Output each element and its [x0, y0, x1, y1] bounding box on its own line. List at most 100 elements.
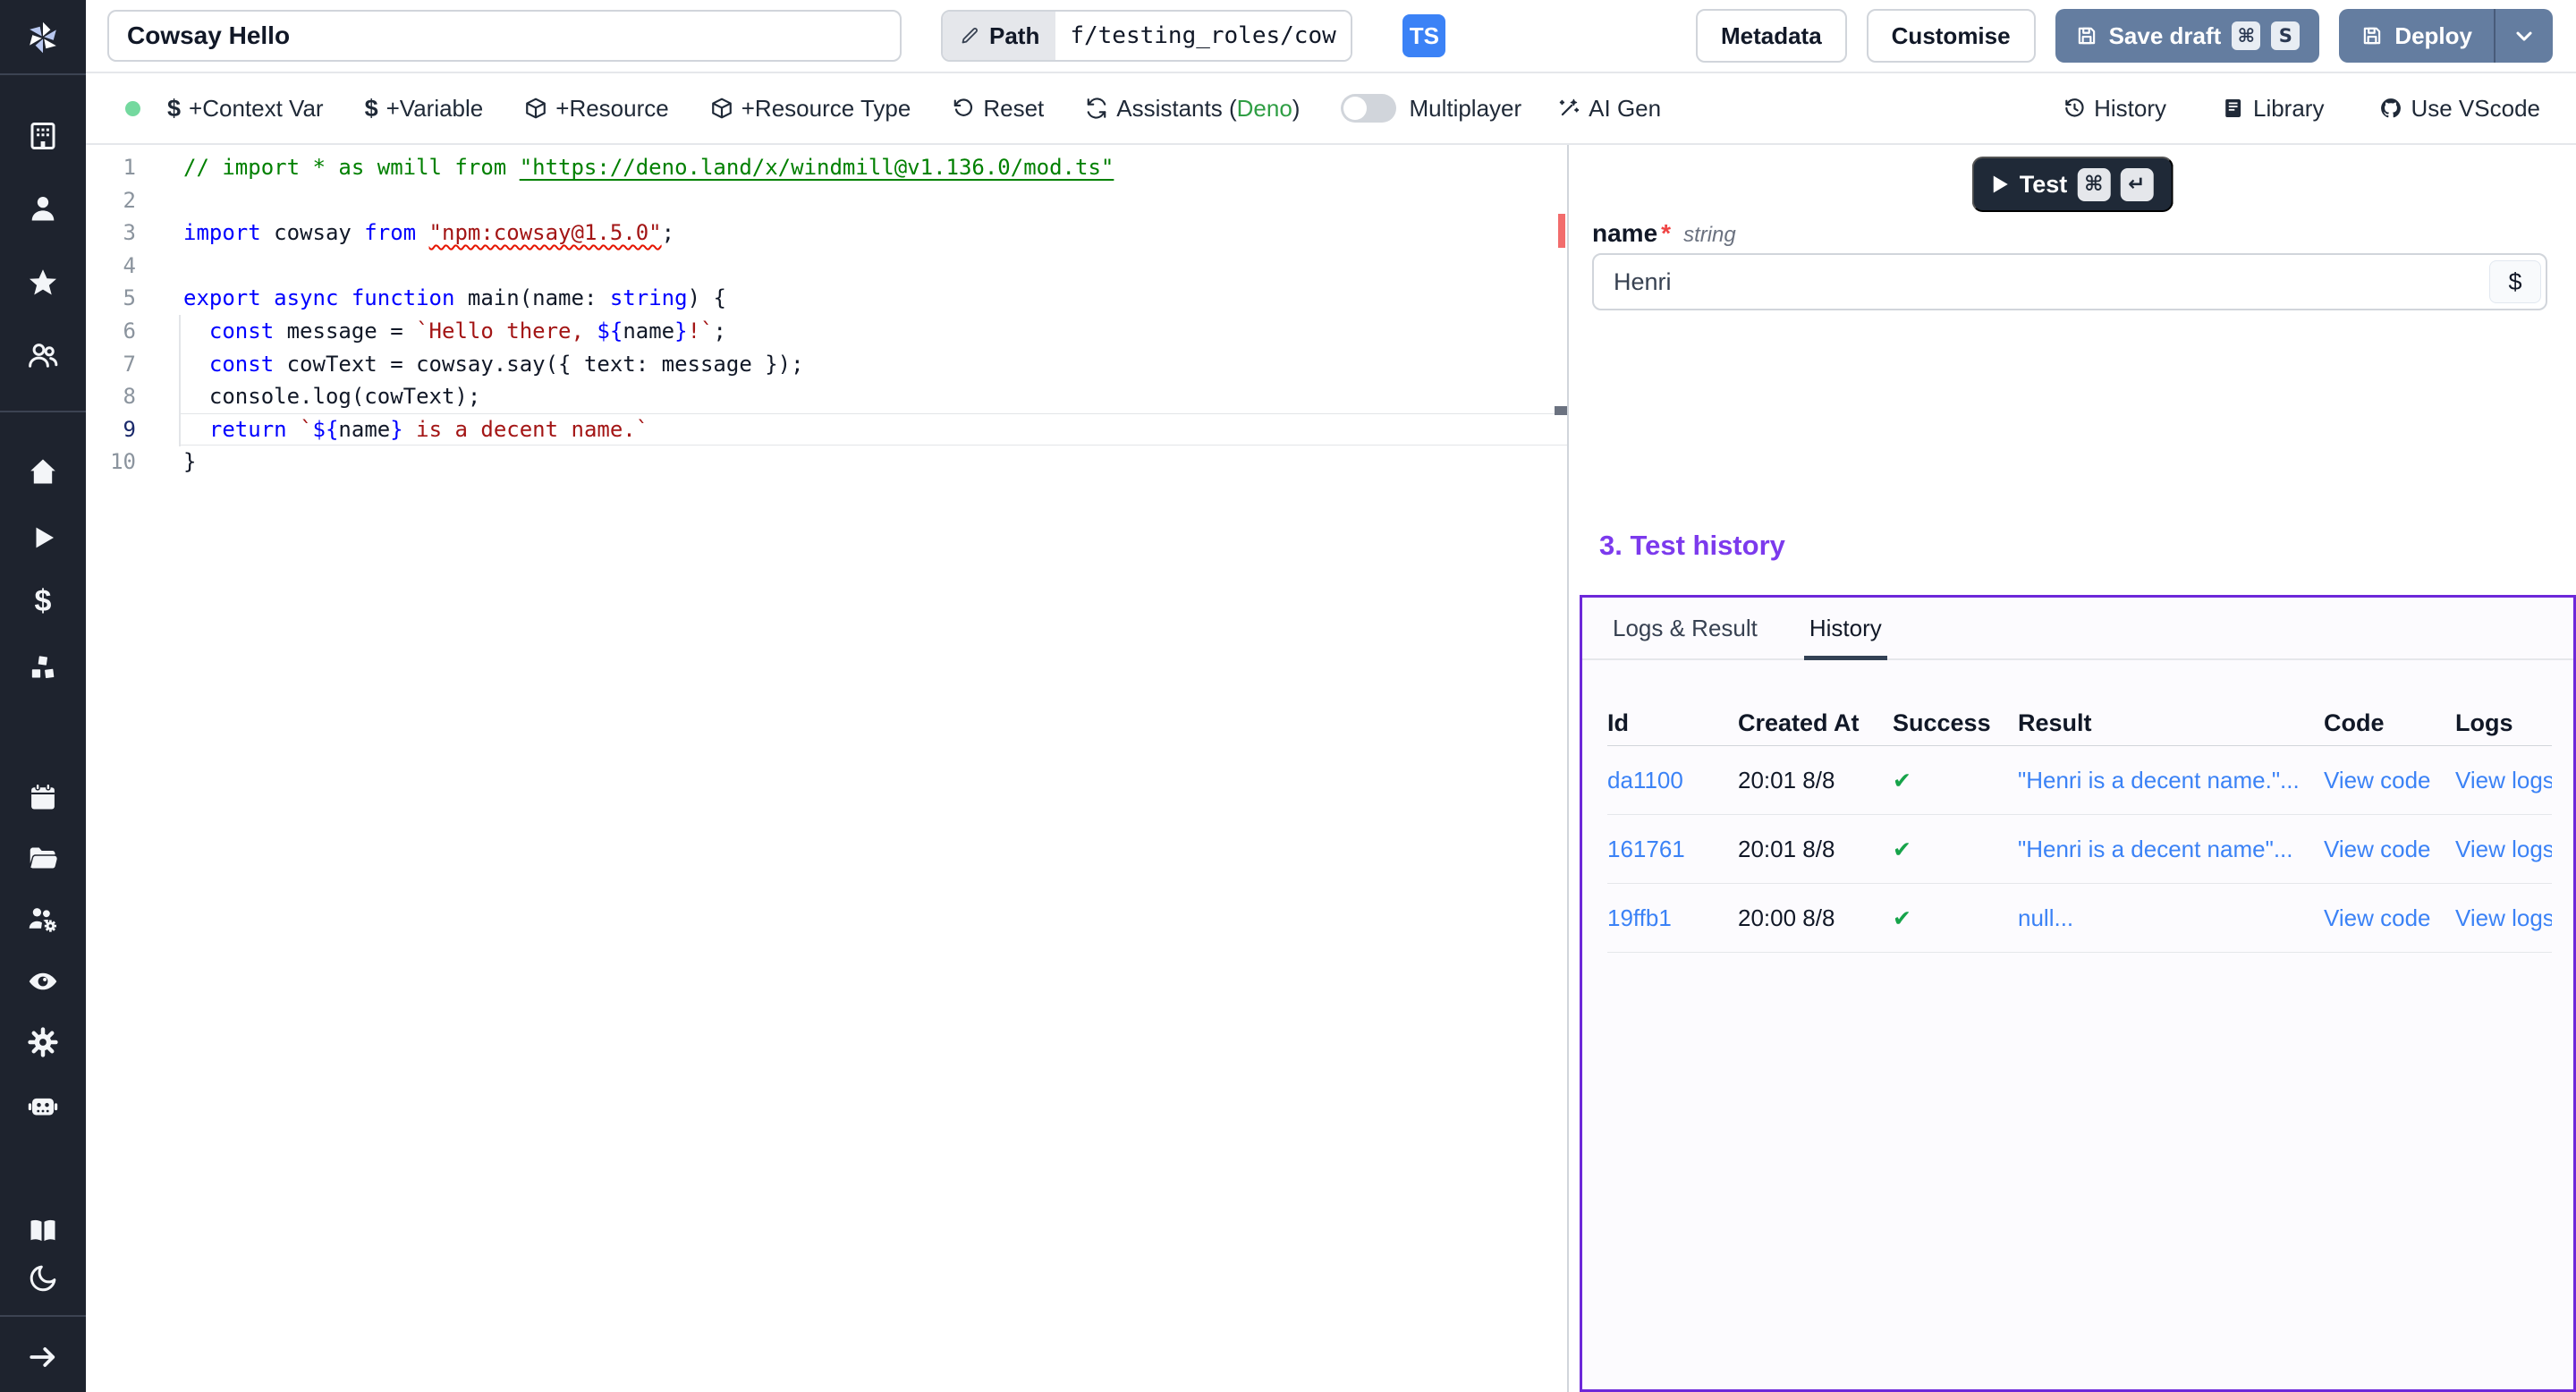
line-number: 10	[86, 446, 136, 479]
favorites-star-icon[interactable]	[27, 267, 59, 299]
deploy-button[interactable]: Deploy	[2339, 9, 2494, 63]
history-tabs: Logs & Result History	[1582, 598, 2573, 660]
code-line: 8 console.log(cowText);	[86, 380, 1567, 413]
cmd-key-badge: ⌘	[2232, 21, 2260, 50]
arg-name-input[interactable]	[1592, 253, 2547, 310]
add-resource-type-button[interactable]: +Resource Type	[710, 95, 911, 123]
insert-variable-dollar-button[interactable]: $	[2489, 260, 2541, 303]
test-button[interactable]: Test ⌘ ↵	[1972, 157, 2174, 212]
line-number: 4	[86, 250, 136, 283]
code-line: 9 return `${name} is a decent name.`	[86, 413, 1567, 446]
book-icon	[2222, 97, 2245, 120]
home-icon[interactable]	[27, 455, 59, 488]
code-line: 2	[86, 184, 1567, 217]
history-button[interactable]: History	[2063, 95, 2166, 123]
dark-mode-moon-icon[interactable]	[27, 1262, 59, 1294]
test-history-panel: Logs & Result History Id Created At Succ…	[1580, 595, 2576, 1392]
docs-book-icon[interactable]	[27, 1215, 59, 1247]
deploy-split-button: Deploy	[2339, 9, 2553, 63]
resources-cubes-icon[interactable]	[27, 651, 59, 683]
wand-icon	[1557, 97, 1580, 120]
path-chip[interactable]: Path	[943, 12, 1055, 60]
add-context-var-button[interactable]: $ +Context Var	[167, 95, 324, 123]
arg-type-label: string	[1683, 223, 1736, 248]
view-logs-link[interactable]: View logs	[2455, 767, 2552, 794]
metadata-button[interactable]: Metadata	[1696, 9, 1847, 63]
rotate-ccw-icon	[952, 97, 975, 120]
add-resource-button[interactable]: +Resource	[524, 95, 668, 123]
workers-robot-icon[interactable]	[27, 1090, 59, 1122]
windmill-logo-icon[interactable]	[23, 18, 63, 57]
save-icon	[2360, 24, 2384, 47]
variables-dollar-icon[interactable]: $	[27, 585, 59, 617]
view-logs-link[interactable]: View logs	[2455, 904, 2552, 932]
job-id-link[interactable]: 19ffb1	[1607, 904, 1738, 932]
workspace-building-icon[interactable]	[27, 120, 59, 152]
created-at: 20:01 8/8	[1738, 836, 1893, 863]
github-icon	[2379, 97, 2402, 120]
result-link[interactable]: "Henri is a decent name"...	[2018, 836, 2324, 863]
history-table: Id Created At Success Result Code Logs d…	[1607, 701, 2552, 953]
test-label: Test	[2020, 171, 2068, 199]
path-input[interactable]	[1055, 12, 1351, 60]
line-number: 3	[86, 216, 136, 250]
sidebar-divider	[0, 411, 86, 412]
save-draft-button[interactable]: Save draft ⌘ S	[2055, 9, 2320, 63]
cmd-key-badge: ⌘	[2077, 168, 2110, 201]
view-code-link[interactable]: View code	[2324, 904, 2455, 932]
folders-icon[interactable]	[27, 842, 59, 874]
result-link[interactable]: null...	[2018, 904, 2324, 932]
settings-gear-icon[interactable]	[27, 1026, 59, 1058]
customise-button[interactable]: Customise	[1867, 9, 2036, 63]
team-users-icon[interactable]	[27, 339, 59, 371]
indent-guide	[179, 315, 181, 446]
ai-gen-button[interactable]: AI Gen	[1557, 95, 1661, 123]
success-check-icon: ✔	[1893, 836, 2018, 862]
runs-play-icon[interactable]	[27, 522, 59, 554]
code-line: 1// import * as wmill from "https://deno…	[86, 151, 1567, 184]
code-line: 6 const message = `Hello there, ${name}!…	[86, 315, 1567, 348]
table-row: 16176120:01 8/8✔"Henri is a decent name"…	[1607, 815, 2552, 884]
audit-eye-icon[interactable]	[27, 965, 59, 997]
assistants-button[interactable]: Assistants (Deno)	[1085, 95, 1300, 123]
deploy-dropdown-button[interactable]	[2494, 9, 2553, 63]
dollar-icon: $	[365, 95, 378, 123]
multiplayer-toggle[interactable]	[1341, 94, 1396, 123]
reset-button[interactable]: Reset	[952, 95, 1044, 123]
view-logs-link[interactable]: View logs	[2455, 836, 2552, 863]
code-line: 5export async function main(name: string…	[86, 282, 1567, 315]
script-title-input[interactable]	[107, 10, 902, 62]
code-line: 10}	[86, 446, 1567, 479]
save-icon	[2075, 24, 2098, 47]
overview-ruler-cursor-marker	[1555, 406, 1567, 415]
package-icon	[710, 97, 733, 120]
result-link[interactable]: "Henri is a decent name."...	[2018, 767, 2324, 794]
typescript-badge: TS	[1402, 14, 1445, 57]
job-id-link[interactable]: da1100	[1607, 767, 1738, 794]
user-icon[interactable]	[27, 192, 59, 225]
job-id-link[interactable]: 161761	[1607, 836, 1738, 863]
multiplayer-label: Multiplayer	[1409, 95, 1521, 123]
view-code-link[interactable]: View code	[2324, 836, 2455, 863]
collapse-arrow-right-icon[interactable]	[27, 1341, 59, 1373]
table-header-row: Id Created At Success Result Code Logs	[1607, 701, 2552, 746]
table-row: 19ffb120:00 8/8✔null...View codeView log…	[1607, 884, 2552, 953]
groups-settings-icon[interactable]	[27, 903, 59, 935]
use-vscode-button[interactable]: Use VScode	[2379, 95, 2540, 123]
status-dot	[125, 101, 140, 116]
tab-history[interactable]: History	[1809, 598, 1882, 658]
play-icon	[1992, 174, 2010, 194]
code-editor[interactable]: 1// import * as wmill from "https://deno…	[86, 145, 1567, 1392]
view-code-link[interactable]: View code	[2324, 767, 2455, 794]
s-key-badge: S	[2271, 21, 2300, 50]
line-number: 6	[86, 315, 136, 348]
library-button[interactable]: Library	[2222, 95, 2324, 123]
code-line: 3import cowsay from "npm:cowsay@1.5.0";	[86, 216, 1567, 250]
schedules-calendar-icon[interactable]	[27, 781, 59, 813]
arg-name-label: name* string	[1592, 219, 1736, 248]
add-variable-button[interactable]: $ +Variable	[365, 95, 484, 123]
tab-logs-result[interactable]: Logs & Result	[1613, 598, 1758, 658]
path-control[interactable]: Path	[941, 10, 1352, 62]
test-history-heading: 3. Test history	[1599, 530, 1785, 562]
line-number: 9	[86, 413, 136, 446]
